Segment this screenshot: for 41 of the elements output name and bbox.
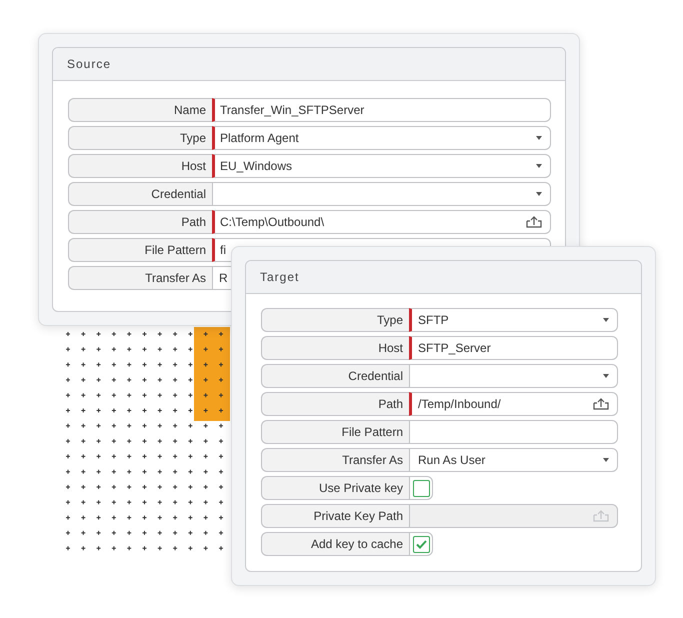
caret-icon — [536, 192, 542, 196]
upload-icon[interactable] — [593, 398, 609, 410]
field-label: Transfer As — [261, 448, 409, 472]
dropdown-field[interactable] — [409, 364, 618, 388]
dropdown-field[interactable]: Run As User — [409, 448, 618, 472]
field-label: File Pattern — [68, 238, 212, 262]
field-label: File Pattern — [261, 420, 409, 444]
field-label: Name — [68, 98, 212, 122]
dropdown-field[interactable] — [212, 182, 551, 206]
field-label: Use Private key — [261, 476, 409, 500]
dropdown-field[interactable]: SFTP — [409, 308, 618, 332]
panel-title: Target — [260, 269, 300, 286]
checkbox[interactable] — [412, 480, 430, 496]
dropdown-field[interactable]: EU_Windows — [212, 154, 551, 178]
caret-icon — [603, 458, 609, 462]
field-label: Type — [68, 126, 212, 150]
path-field[interactable]: C:\Temp\Outbound\ — [212, 210, 551, 234]
caret-icon — [603, 318, 609, 322]
panel-title: Source — [67, 56, 112, 73]
input-field[interactable]: SFTP_Server — [409, 336, 618, 360]
caret-icon — [603, 374, 609, 378]
field-label: Path — [68, 210, 212, 234]
input-field[interactable] — [409, 420, 618, 444]
caret-icon — [536, 164, 542, 168]
input-field[interactable]: Transfer_Win_SFTPServer — [212, 98, 551, 122]
upload-icon[interactable] — [526, 216, 542, 228]
check-icon — [416, 540, 426, 548]
field-label: Host — [68, 154, 212, 178]
field-label: Add key to cache — [261, 532, 409, 556]
checkbox[interactable] — [412, 536, 430, 552]
field-label: Credential — [68, 182, 212, 206]
field-label: Path — [261, 392, 409, 416]
caret-icon — [536, 136, 542, 140]
field-label: Credential — [261, 364, 409, 388]
field-label: Transfer As — [68, 266, 212, 290]
field-label: Type — [261, 308, 409, 332]
field-label: Host — [261, 336, 409, 360]
upload-icon — [593, 510, 609, 522]
path-field[interactable]: /Temp/Inbound/ — [409, 392, 618, 416]
field-label: Private Key Path — [261, 504, 409, 528]
dropdown-field[interactable]: Platform Agent — [212, 126, 551, 150]
